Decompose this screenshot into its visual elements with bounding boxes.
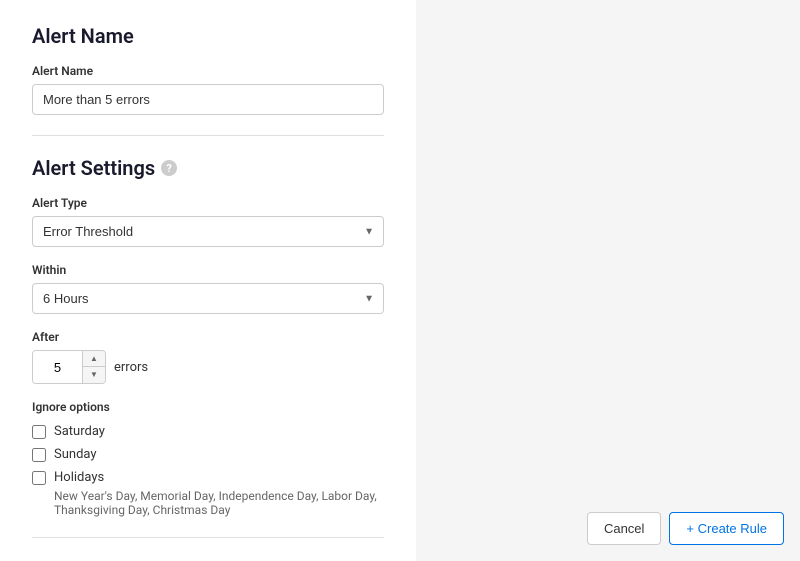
spinner-down-button[interactable]: ▼ bbox=[83, 367, 105, 383]
within-label: Within bbox=[32, 263, 384, 277]
saturday-row: Saturday bbox=[32, 424, 384, 439]
action-buttons: Cancel + Create Rule bbox=[587, 512, 784, 545]
ignore-options-field: Ignore options Saturday Sunday Holidays … bbox=[32, 400, 384, 517]
right-sidebar: Cancel + Create Rule bbox=[416, 0, 800, 561]
alert-name-label: Alert Name bbox=[32, 64, 384, 78]
holidays-checkbox[interactable] bbox=[32, 471, 46, 485]
alert-settings-section: Alert Settings ? Alert Type Error Thresh… bbox=[32, 156, 384, 517]
alert-name-field: Alert Name bbox=[32, 64, 384, 115]
saturday-checkbox[interactable] bbox=[32, 425, 46, 439]
alert-type-select-wrapper: Error Threshold Error Rate Custom ▼ bbox=[32, 216, 384, 247]
after-row: ▲ ▼ errors bbox=[32, 350, 384, 384]
alert-settings-title: Alert Settings bbox=[32, 156, 155, 180]
alert-settings-header: Alert Settings ? bbox=[32, 156, 384, 180]
holidays-description: New Year's Day, Memorial Day, Independen… bbox=[54, 489, 384, 517]
divider-1 bbox=[32, 135, 384, 136]
saturday-label: Saturday bbox=[54, 424, 105, 439]
within-select[interactable]: 1 Hour 3 Hours 6 Hours 12 Hours 24 Hours bbox=[32, 283, 384, 314]
alert-settings-help-icon[interactable]: ? bbox=[161, 160, 177, 176]
errors-suffix-label: errors bbox=[114, 360, 148, 375]
sunday-checkbox[interactable] bbox=[32, 448, 46, 462]
alert-name-input[interactable] bbox=[32, 84, 384, 115]
main-content: Alert Name Alert Name Alert Settings ? A… bbox=[0, 0, 416, 561]
after-input[interactable] bbox=[33, 351, 83, 383]
within-field: Within 1 Hour 3 Hours 6 Hours 12 Hours 2… bbox=[32, 263, 384, 314]
spinner-buttons: ▲ ▼ bbox=[83, 351, 105, 383]
holidays-label: Holidays bbox=[54, 470, 104, 485]
after-label: After bbox=[32, 330, 384, 344]
divider-2 bbox=[32, 537, 384, 538]
after-spinner: ▲ ▼ bbox=[32, 350, 106, 384]
ignore-options-label: Ignore options bbox=[32, 400, 384, 414]
within-select-wrapper: 1 Hour 3 Hours 6 Hours 12 Hours 24 Hours… bbox=[32, 283, 384, 314]
after-field: After ▲ ▼ errors bbox=[32, 330, 384, 384]
sunday-label: Sunday bbox=[54, 447, 97, 462]
alert-type-label: Alert Type bbox=[32, 196, 384, 210]
alert-type-field: Alert Type Error Threshold Error Rate Cu… bbox=[32, 196, 384, 247]
spinner-up-button[interactable]: ▲ bbox=[83, 351, 105, 367]
cancel-button[interactable]: Cancel bbox=[587, 512, 661, 545]
alert-name-title: Alert Name bbox=[32, 24, 384, 48]
create-rule-button[interactable]: + Create Rule bbox=[669, 512, 784, 545]
alert-type-select[interactable]: Error Threshold Error Rate Custom bbox=[32, 216, 384, 247]
holidays-row: Holidays bbox=[32, 470, 384, 485]
sunday-row: Sunday bbox=[32, 447, 384, 462]
alert-name-section: Alert Name Alert Name bbox=[32, 24, 384, 115]
